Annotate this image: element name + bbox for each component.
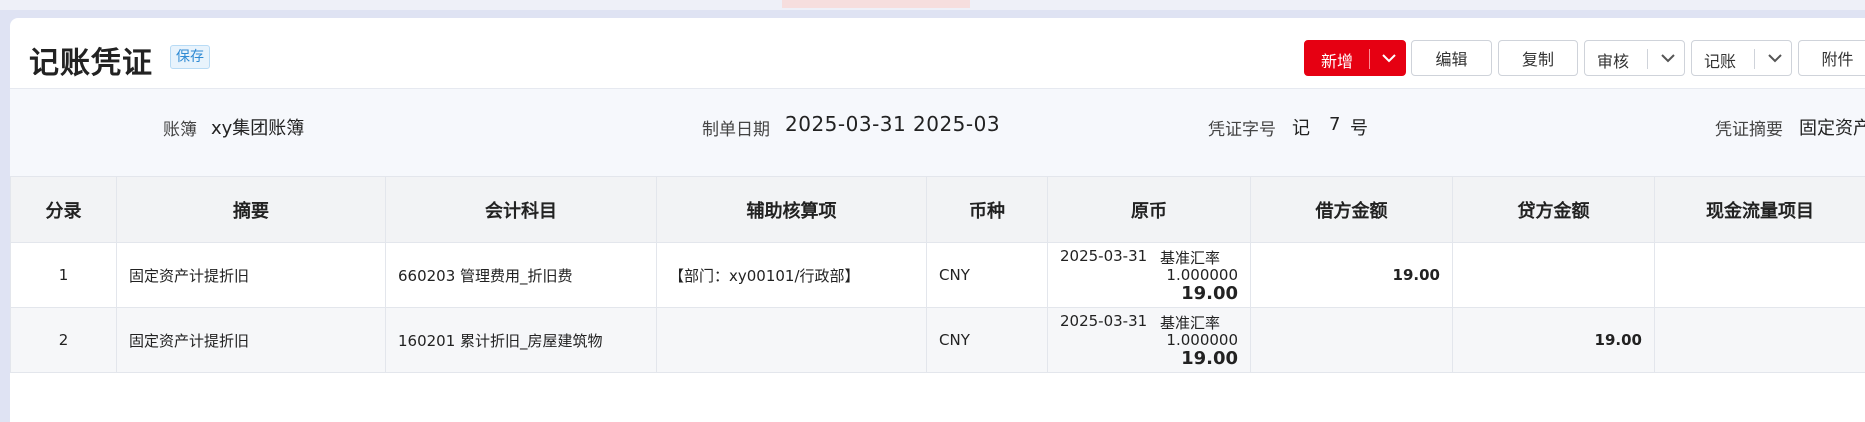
voucher-summary-label: 凭证摘要 bbox=[1715, 120, 1783, 140]
entry-currency[interactable]: CNY bbox=[926, 307, 1048, 373]
attachment-button[interactable]: 附件 bbox=[1798, 40, 1865, 76]
entry-account[interactable]: 160201 累计折旧_房屋建筑物 bbox=[385, 307, 657, 373]
tab-highlight bbox=[782, 0, 970, 8]
audit-dropdown-chevron-icon[interactable] bbox=[1651, 41, 1684, 75]
audit-button-separator bbox=[1647, 49, 1648, 69]
voucher-summary-value[interactable]: 固定资产 bbox=[1799, 114, 1865, 140]
entry-debit[interactable]: 19.00 bbox=[1250, 242, 1453, 308]
table-row[interactable]: 2 固定资产计提折旧 160201 累计折旧_房屋建筑物 CNY 2025-03… bbox=[10, 307, 1865, 373]
entry-cashflow[interactable] bbox=[1654, 307, 1865, 373]
voucher-card: 记账凭证 保存 新增 编辑 复制 审核 记账 附件 账簿 xy集团账簿 制单日期… bbox=[10, 18, 1865, 422]
post-button-separator bbox=[1754, 49, 1755, 69]
page-title: 记账凭证 bbox=[29, 46, 153, 81]
entry-original-cell[interactable]: 2025-03-31 基准汇率 1.000000 19.00 bbox=[1047, 242, 1251, 308]
column-header-debit: 借方金额 bbox=[1250, 176, 1453, 243]
original-rate-label: 基准汇率 bbox=[1160, 249, 1221, 267]
edit-button[interactable]: 编辑 bbox=[1411, 40, 1492, 76]
original-amount: 19.00 bbox=[1181, 348, 1238, 369]
original-date: 2025-03-31 bbox=[1060, 312, 1148, 330]
entry-summary[interactable]: 固定资产计提折旧 bbox=[116, 242, 386, 308]
voucher-word[interactable]: 记 bbox=[1292, 114, 1310, 140]
date-label: 制单日期 bbox=[702, 120, 770, 140]
voucher-entries-table: 分录 摘要 会计科目 辅助核算项 币种 原币 借方金额 贷方金额 现金流量项目 … bbox=[10, 176, 1865, 373]
entry-cashflow[interactable] bbox=[1654, 242, 1865, 308]
voucher-number-label: 凭证字号 bbox=[1208, 120, 1276, 140]
entry-currency[interactable]: CNY bbox=[926, 242, 1048, 308]
attachment-button-label: 附件 bbox=[1821, 50, 1854, 69]
column-header-credit: 贷方金额 bbox=[1452, 176, 1655, 243]
entry-account[interactable]: 660203 管理费用_折旧费 bbox=[385, 242, 657, 308]
edit-button-label: 编辑 bbox=[1435, 50, 1468, 69]
post-button[interactable]: 记账 bbox=[1691, 40, 1792, 76]
entry-summary[interactable]: 固定资产计提折旧 bbox=[116, 307, 386, 373]
table-row[interactable]: 1 固定资产计提折旧 660203 管理费用_折旧费 【部门：xy00101/行… bbox=[10, 242, 1865, 308]
column-header-original: 原币 bbox=[1047, 176, 1251, 243]
entry-aux[interactable]: 【部门：xy00101/行政部】 bbox=[656, 242, 927, 308]
entry-credit[interactable] bbox=[1452, 242, 1655, 308]
date-value[interactable]: 2025-03-31 bbox=[785, 112, 906, 136]
audit-button-label: 审核 bbox=[1597, 52, 1630, 71]
entry-debit[interactable] bbox=[1250, 307, 1453, 373]
audit-button[interactable]: 审核 bbox=[1584, 40, 1685, 76]
copy-button[interactable]: 复制 bbox=[1498, 40, 1578, 76]
entry-original-cell[interactable]: 2025-03-31 基准汇率 1.000000 19.00 bbox=[1047, 307, 1251, 373]
copy-button-label: 复制 bbox=[1521, 50, 1554, 69]
book-label: 账簿 bbox=[163, 120, 197, 140]
new-button[interactable]: 新增 bbox=[1304, 40, 1406, 76]
column-header-account: 会计科目 bbox=[385, 176, 657, 243]
column-header-currency: 币种 bbox=[926, 176, 1048, 243]
entry-number: 2 bbox=[10, 307, 117, 373]
voucher-header: 记账凭证 保存 新增 编辑 复制 审核 记账 附件 bbox=[10, 18, 1865, 88]
voucher-suffix: 号 bbox=[1350, 118, 1368, 139]
original-rate: 1.000000 bbox=[1166, 331, 1238, 349]
new-button-label: 新增 bbox=[1321, 52, 1354, 71]
column-header-cashflow: 现金流量项目 bbox=[1654, 176, 1865, 243]
entry-number: 1 bbox=[10, 242, 117, 308]
column-header-summary: 摘要 bbox=[116, 176, 386, 243]
entry-aux[interactable] bbox=[656, 307, 927, 373]
browser-top-strip bbox=[0, 0, 1865, 10]
period-value[interactable]: 2025-03 bbox=[913, 112, 1000, 136]
post-button-label: 记账 bbox=[1704, 52, 1737, 71]
new-button-separator bbox=[1369, 49, 1370, 69]
entry-credit[interactable]: 19.00 bbox=[1452, 307, 1655, 373]
table-header-row: 分录 摘要 会计科目 辅助核算项 币种 原币 借方金额 贷方金额 现金流量项目 bbox=[10, 176, 1865, 243]
original-rate-label: 基准汇率 bbox=[1160, 314, 1221, 332]
post-dropdown-chevron-icon[interactable] bbox=[1758, 41, 1791, 75]
voucher-info-bar: 账簿 xy集团账簿 制单日期 2025-03-31 2025-03 凭证字号 记… bbox=[10, 88, 1865, 177]
column-header-entry: 分录 bbox=[10, 176, 117, 243]
book-value[interactable]: xy集团账簿 bbox=[211, 114, 304, 140]
new-dropdown-chevron-icon[interactable] bbox=[1373, 41, 1405, 75]
column-header-aux: 辅助核算项 bbox=[656, 176, 927, 243]
status-badge: 保存 bbox=[170, 45, 210, 69]
original-rate: 1.000000 bbox=[1166, 266, 1238, 284]
original-amount: 19.00 bbox=[1181, 283, 1238, 304]
original-date: 2025-03-31 bbox=[1060, 247, 1148, 265]
voucher-number[interactable]: 7 bbox=[1329, 114, 1340, 135]
